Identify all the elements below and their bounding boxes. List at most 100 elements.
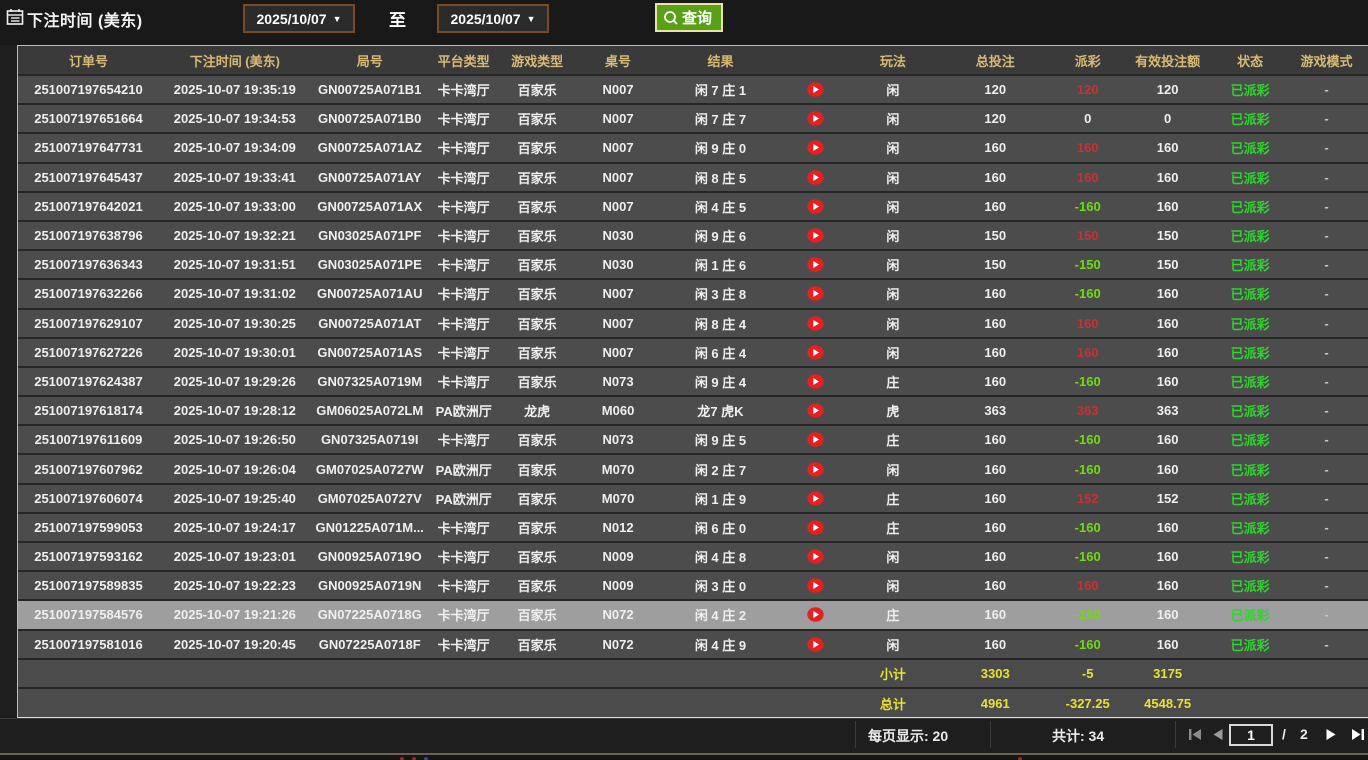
table-row[interactable]: 2510071976291072025-10-07 19:30:25GN0072… [18,308,1368,337]
play-icon[interactable] [807,257,824,272]
play-icon[interactable] [807,345,824,360]
table-row[interactable]: 2510071976181742025-10-07 19:28:12GM0602… [18,395,1368,424]
cell-mode: - [1285,339,1368,366]
play-icon[interactable] [807,199,824,214]
column-header: 派彩 [1055,46,1120,74]
table-row[interactable]: 2510071976116092025-10-07 19:26:50GN0732… [18,424,1368,453]
search-icon [663,10,679,26]
play-icon[interactable] [807,491,824,506]
play-icon[interactable] [807,549,824,564]
cell-game: 百家乐 [499,368,576,395]
cell-platform: 卡卡湾厅 [429,572,499,599]
table-row[interactable]: 2510071975990532025-10-07 19:24:17GN0122… [18,512,1368,541]
cell-bet_on: 闲 [850,543,935,570]
page-number-input[interactable] [1229,724,1273,746]
table-row[interactable]: 2510071976516642025-10-07 19:34:53GN0072… [18,103,1368,132]
play-icon[interactable] [807,462,824,477]
play-icon[interactable] [807,607,824,622]
play-icon[interactable] [807,316,824,331]
date-to-value: 2025/10/07 [451,11,521,27]
table-row[interactable]: 2510071976454372025-10-07 19:33:41GN0072… [18,162,1368,191]
table-row[interactable]: 2510071976079622025-10-07 19:26:04GM0702… [18,453,1368,482]
table-row[interactable]: 2510071976322662025-10-07 19:31:02GN0072… [18,278,1368,307]
cell-table_no: N007 [576,339,661,366]
cell-status: 已派彩 [1215,631,1285,658]
total-row: 总计4961-327.254548.75 [18,687,1368,717]
column-header: 玩法 [850,46,935,74]
subtotal-row-valid-bet: 3175 [1120,660,1215,688]
total-row-payout: -327.25 [1055,689,1120,717]
divider [855,721,856,748]
cell-mode: - [1285,222,1368,249]
cell-payout: -160 [1055,368,1120,395]
date-to-picker[interactable]: 2025/10/07 ▼ [437,4,549,33]
empty-cell [159,689,311,717]
play-icon[interactable] [807,140,824,155]
subtotal-row-label: 小计 [850,660,935,688]
next-page-button[interactable] [1325,728,1337,741]
empty-cell [661,689,781,717]
play-icon[interactable] [807,637,824,652]
cell-bet_on: 庄 [850,514,935,541]
cell-order: 251007197581016 [18,631,159,658]
play-icon[interactable] [807,228,824,243]
column-header: 局号 [311,46,429,74]
play-icon[interactable] [807,432,824,447]
calendar-icon [6,8,24,31]
table-row[interactable]: 2510071975931622025-10-07 19:23:01GN0092… [18,541,1368,570]
table-row[interactable]: 2510071976272262025-10-07 19:30:01GN0072… [18,337,1368,366]
table-row[interactable]: 2510071976477312025-10-07 19:34:09GN0072… [18,132,1368,161]
cell-round: GN07225A0718G [311,601,429,628]
date-from-picker[interactable]: 2025/10/07 ▼ [243,4,355,33]
cell-mode: - [1285,543,1368,570]
cell-total_bet: 160 [935,514,1055,541]
table-row[interactable]: 2510071975898352025-10-07 19:22:23GN0092… [18,570,1368,599]
first-page-button[interactable] [1188,728,1203,741]
table-row[interactable]: 2510071976387962025-10-07 19:32:21GN0302… [18,220,1368,249]
betting-records-window: 下注时间 (美东) 2025/10/07 ▼ 至 2025/10/07 ▼ 查询… [0,0,1368,760]
cell-round: GN00925A0719N [311,572,429,599]
cell-result: 闲 1 庄 9 [661,485,781,512]
cell-total_bet: 120 [935,105,1055,132]
query-button[interactable]: 查询 [655,3,723,32]
cell-payout: 160 [1055,339,1120,366]
table-row[interactable]: 2510071976243872025-10-07 19:29:26GN0732… [18,366,1368,395]
play-icon[interactable] [807,578,824,593]
previous-page-button[interactable] [1212,728,1224,741]
cell-table_no: N007 [576,105,661,132]
cell-time: 2025-10-07 19:30:25 [159,310,311,337]
play-icon[interactable] [807,520,824,535]
cell-game: 百家乐 [499,485,576,512]
play-icon[interactable] [807,82,824,97]
cell-platform: 卡卡湾厅 [429,601,499,628]
play-icon[interactable] [807,286,824,301]
table-row[interactable]: 2510071976420212025-10-07 19:33:00GN0072… [18,191,1368,220]
table-row[interactable]: 2510071975810162025-10-07 19:20:45GN0722… [18,629,1368,658]
play-icon[interactable] [807,403,824,418]
table-row[interactable]: 2510071976060742025-10-07 19:25:40GM0702… [18,483,1368,512]
cell-status: 已派彩 [1215,543,1285,570]
cell-replay [780,368,850,395]
last-page-button[interactable] [1350,728,1365,741]
cell-valid_bet: 150 [1120,222,1215,249]
cell-payout: 160 [1055,134,1120,161]
cell-order: 251007197645437 [18,164,159,191]
play-icon[interactable] [807,111,824,126]
cell-table_no: M070 [576,485,661,512]
cell-game: 百家乐 [499,601,576,628]
empty-cell [780,660,850,688]
play-icon[interactable] [807,170,824,185]
table-row[interactable]: 2510071976542102025-10-07 19:35:19GN0072… [18,74,1368,103]
cell-replay [780,455,850,482]
cell-time: 2025-10-07 19:31:51 [159,251,311,278]
empty-cell [780,689,850,717]
cell-round: GN00725A071AY [311,164,429,191]
cell-result: 闲 9 庄 4 [661,368,781,395]
empty-cell [429,660,499,688]
cell-replay [780,105,850,132]
play-icon[interactable] [807,374,824,389]
table-row-selected[interactable]: 2510071975845762025-10-07 19:21:26GN0722… [18,599,1368,628]
table-row[interactable]: 2510071976363432025-10-07 19:31:51GN0302… [18,249,1368,278]
cell-valid_bet: 160 [1120,164,1215,191]
cell-order: 251007197618174 [18,397,159,424]
